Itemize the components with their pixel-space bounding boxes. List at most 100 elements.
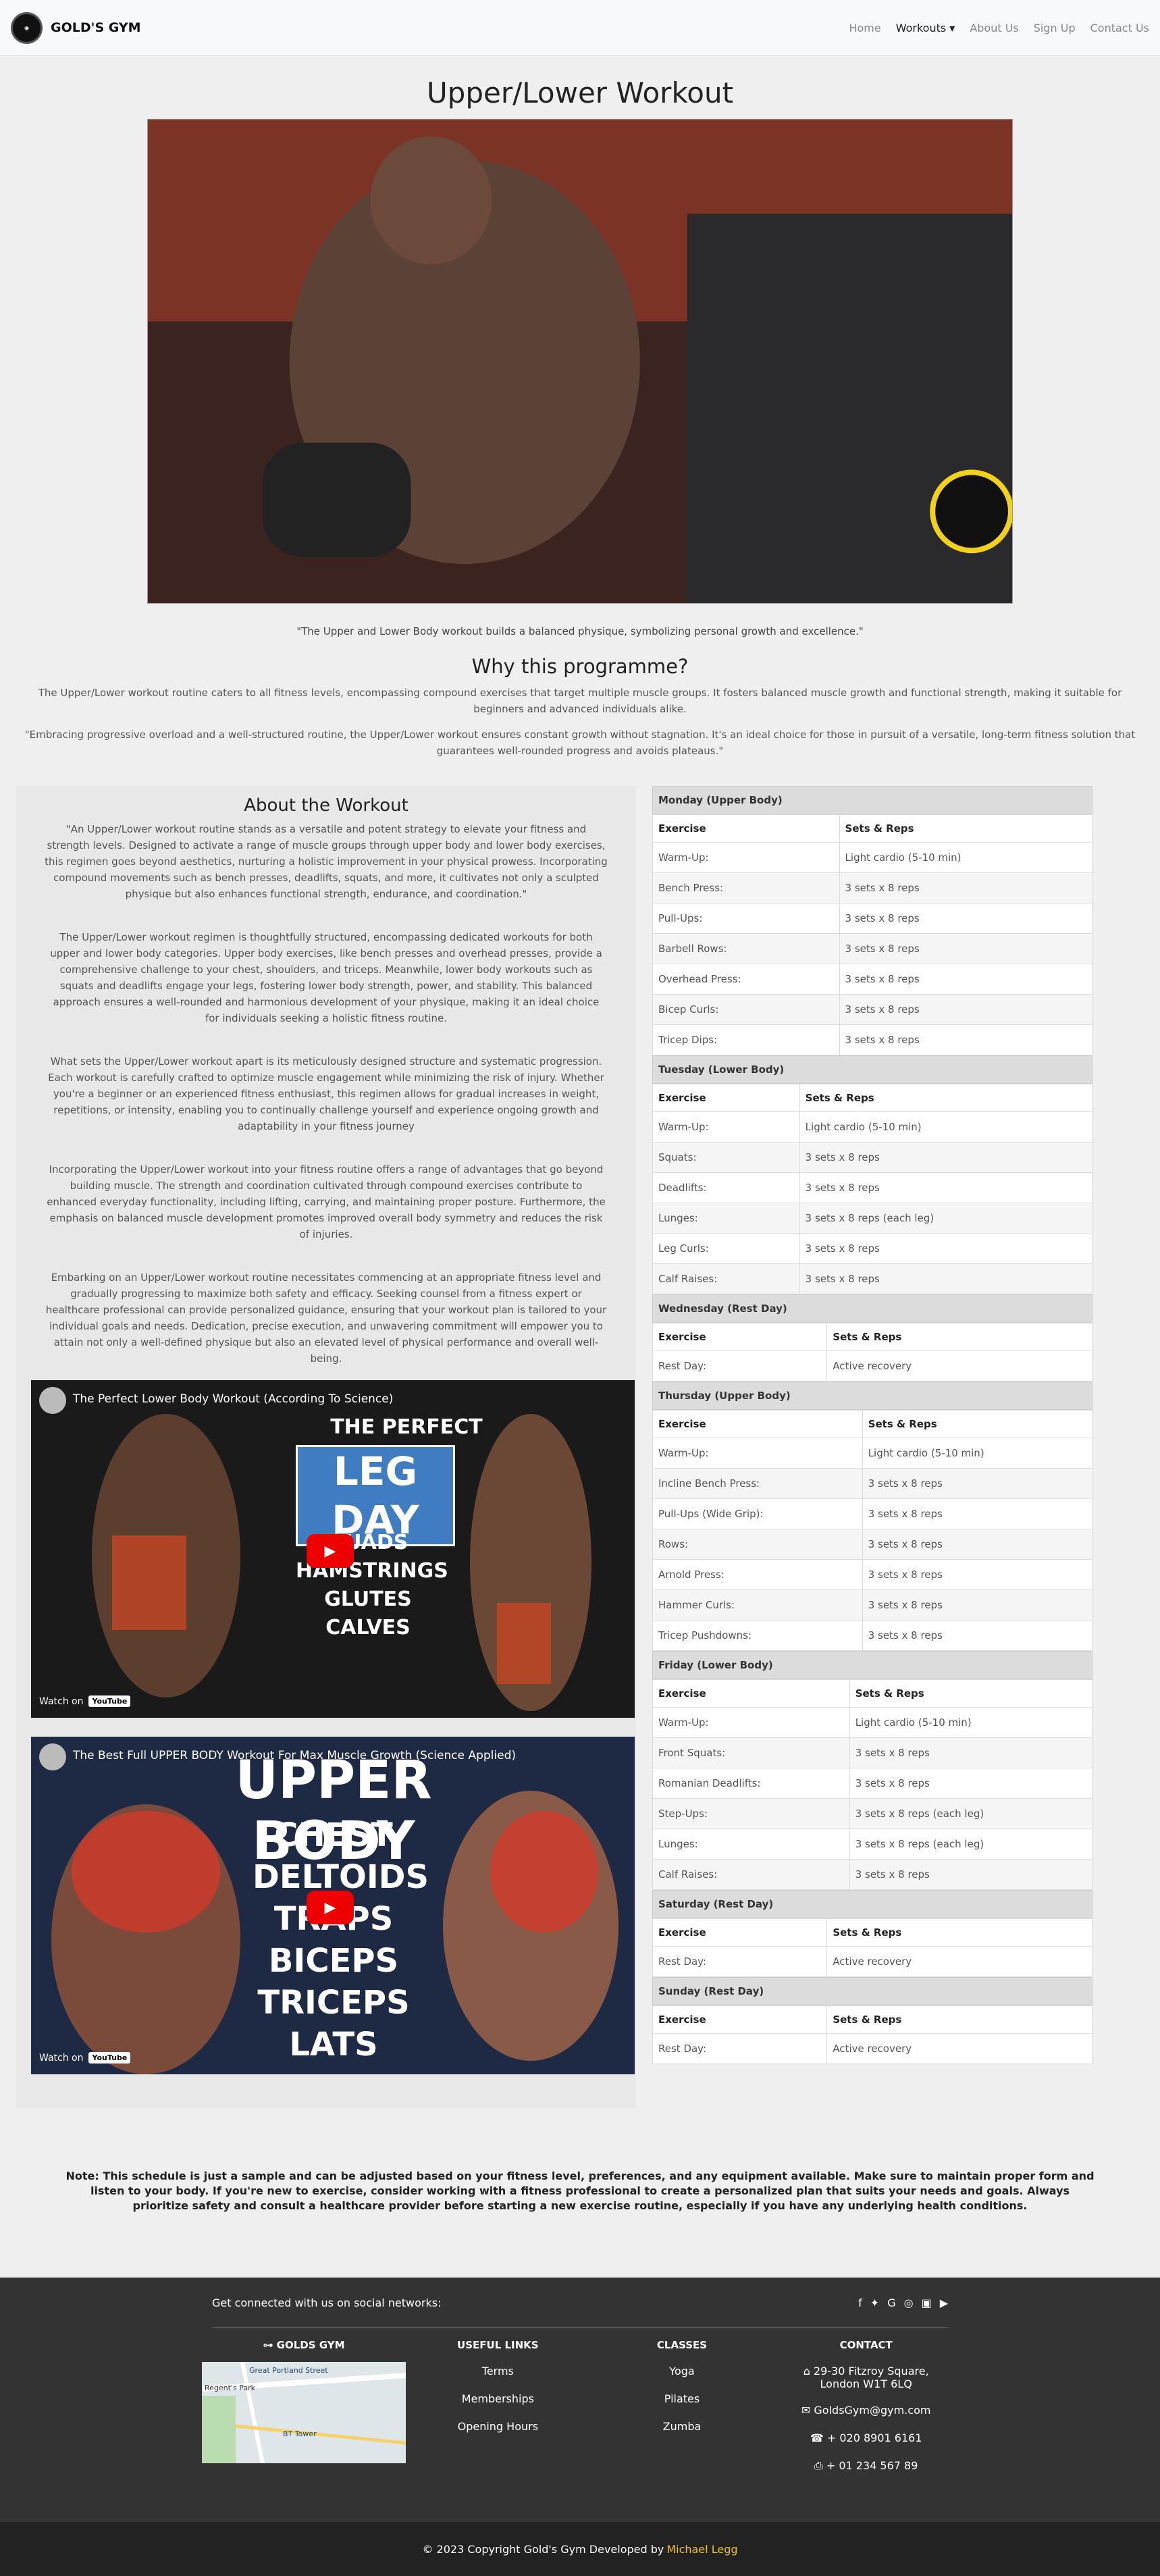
- why-quote: "Embracing progressive overload and a we…: [24, 729, 1136, 757]
- sets-reps-cell: Active recovery: [826, 2033, 1092, 2064]
- day-table: Exercise Sets & Reps Warm-Up: Light cardio …: [652, 814, 1093, 1055]
- table-row: Overhead Press: 3 sets x 8 reps: [652, 964, 1093, 995]
- nav-signup[interactable]: Sign Up: [1034, 22, 1076, 34]
- footer: Get connected with us on social networks…: [0, 2278, 1160, 2576]
- instagram-icon[interactable]: ◎: [904, 2296, 914, 2309]
- table-row: Lunges: 3 sets x 8 reps (each leg): [652, 1829, 1093, 1860]
- sets-reps-cell: Active recovery: [826, 1946, 1092, 1977]
- thumb-item: GLUTES: [324, 1587, 412, 1611]
- video-lower-body[interactable]: The Perfect Lower Body Workout (Accordin…: [31, 1380, 635, 1718]
- video-title[interactable]: The Perfect Lower Body Workout (Accordin…: [73, 1392, 393, 1406]
- thumb-item: TRICEPS: [257, 1984, 410, 2022]
- sets-reps-cell: Light cardio (5-10 min): [862, 1438, 1093, 1469]
- footer-link-terms[interactable]: Terms: [406, 2365, 590, 2377]
- about-section: About the Workout "An Upper/Lower workou…: [16, 786, 636, 2108]
- exercise-cell: Barbell Rows:: [652, 933, 840, 964]
- footer-classes-title: CLASSES: [656, 2339, 708, 2351]
- table-row: Barbell Rows: 3 sets x 8 reps: [652, 933, 1093, 964]
- watch-on-youtube[interactable]: Watch on YouTube: [39, 2052, 131, 2064]
- footer-classes: CLASSES Yoga Pilates Zumba: [590, 2339, 774, 2522]
- copyright-bar: © 2023 Copyright Gold's Gym Developed by…: [0, 2522, 1160, 2576]
- day-table: Exercise Sets & Reps Rest Day: Active recov…: [652, 1323, 1092, 1382]
- sets-reps-cell: 3 sets x 8 reps: [839, 903, 1093, 934]
- social-icons: f ✦ G ◎ ▣ ▶: [858, 2296, 948, 2309]
- exercise-cell: Warm-Up:: [652, 842, 840, 873]
- nav-workouts[interactable]: Workouts ▾: [896, 22, 955, 34]
- table-row: Incline Bench Press: 3 sets x 8 reps: [652, 1468, 1093, 1499]
- phone-text: + 020 8901 6161: [826, 2432, 922, 2444]
- exercise-cell: Lunges:: [652, 1829, 850, 1860]
- column-header-exercise: Exercise: [652, 1323, 828, 1351]
- map-graphic: [202, 2362, 406, 2463]
- fax-text: + 01 234 567 89: [826, 2459, 918, 2472]
- table-row: Rest Day: Active recovery: [652, 1946, 1092, 1977]
- google-icon[interactable]: G: [887, 2296, 895, 2309]
- footer-link-memberships[interactable]: Memberships: [406, 2392, 590, 2405]
- exercise-cell: Warm-Up:: [652, 1707, 850, 1738]
- play-button-icon[interactable]: ▶: [307, 1891, 354, 1924]
- exercise-cell: Pull-Ups (Wide Grip):: [652, 1498, 863, 1529]
- table-row: Warm-Up: Light cardio (5-10 min): [652, 1438, 1093, 1469]
- footer-gym-title-text: GOLDS GYM: [276, 2339, 345, 2351]
- table-header-row: Exercise Sets & Reps: [652, 814, 1093, 843]
- page-title: Upper/Lower Workout: [426, 76, 734, 109]
- brand[interactable]: ◉ GOLD'S GYM: [11, 11, 141, 44]
- navbar: ◉ GOLD'S GYM Home Workouts ▾ About Us Si…: [0, 0, 1160, 56]
- play-button-icon[interactable]: ▶: [307, 1534, 354, 1568]
- exercise-cell: Rest Day:: [652, 2033, 828, 2064]
- table-row: Deadlifts: 3 sets x 8 reps: [652, 1172, 1093, 1203]
- exercise-cell: Incline Bench Press:: [652, 1468, 863, 1499]
- table-row: Lunges: 3 sets x 8 reps (each leg): [652, 1203, 1093, 1234]
- table-header-row: Exercise Sets & Reps: [652, 1410, 1093, 1438]
- map-label: Regent's Park: [205, 2384, 255, 2392]
- table-row: Arnold Press: 3 sets x 8 reps: [652, 1559, 1093, 1590]
- exercise-cell: Leg Curls:: [652, 1233, 800, 1264]
- table-row: Step-Ups: 3 sets x 8 reps (each leg): [652, 1798, 1093, 1829]
- channel-avatar[interactable]: [39, 1387, 66, 1414]
- day-table: Exercise Sets & Reps Warm-Up: Light cardio …: [652, 1410, 1093, 1651]
- map[interactable]: Great Portland Street Regent's Park BT T…: [202, 2362, 406, 2463]
- footer-class-yoga[interactable]: Yoga: [590, 2365, 774, 2377]
- day-heading: Monday (Upper Body): [652, 786, 1092, 814]
- day-heading: Friday (Lower Body): [652, 1651, 1092, 1679]
- nav-links: Home Workouts ▾ About Us Sign Up Contact…: [849, 22, 1149, 34]
- sets-reps-cell: 3 sets x 8 reps (each leg): [799, 1203, 1093, 1234]
- nav-contact[interactable]: Contact Us: [1090, 22, 1149, 34]
- column-header-sets: Sets & Reps: [799, 1084, 1093, 1112]
- day-heading: Thursday (Upper Body): [652, 1382, 1092, 1410]
- facebook-icon[interactable]: f: [858, 2296, 862, 2309]
- watch-on-youtube[interactable]: Watch on YouTube: [39, 1696, 131, 1707]
- watch-on-label: Watch on: [39, 2052, 84, 2064]
- table-row: Rest Day: Active recovery: [652, 1350, 1092, 1382]
- video-upper-body[interactable]: The Best Full UPPER BODY Workout For Max…: [31, 1737, 635, 2074]
- footer-class-zumba[interactable]: Zumba: [590, 2420, 774, 2433]
- footer-useful-title: USEFUL LINKS: [457, 2339, 539, 2351]
- sets-reps-cell: 3 sets x 8 reps: [799, 1263, 1093, 1294]
- author-link[interactable]: Michael Legg: [666, 2543, 737, 2556]
- exercise-cell: Lunges:: [652, 1203, 800, 1234]
- sets-reps-cell: 3 sets x 8 reps: [799, 1233, 1093, 1264]
- youtube-icon[interactable]: ▶: [940, 2296, 948, 2309]
- footer-contact: CONTACT ⌂ 29-30 Fitzroy Square, London W…: [774, 2339, 958, 2522]
- table-row: Pull-Ups (Wide Grip): 3 sets x 8 reps: [652, 1498, 1093, 1529]
- sets-reps-cell: 3 sets x 8 reps: [849, 1859, 1093, 1890]
- email-text: GoldsGym@gym.com: [814, 2404, 931, 2417]
- table-row: Calf Raises: 3 sets x 8 reps: [652, 1263, 1093, 1294]
- footer-email[interactable]: ✉ GoldsGym@gym.com: [774, 2404, 958, 2417]
- footer-useful-links: USEFUL LINKS Terms Memberships Opening H…: [406, 2339, 590, 2522]
- channel-avatar[interactable]: [39, 1743, 66, 1770]
- footer-columns: ⊶ GOLDS GYM Great Portland Street Regent…: [202, 2328, 958, 2522]
- youtube-logo-icon: YouTube: [88, 1696, 131, 1707]
- exercise-cell: Romanian Deadlifts:: [652, 1768, 850, 1799]
- why-text: The Upper/Lower workout routine caters t…: [38, 687, 1122, 715]
- linkedin-icon[interactable]: ▣: [922, 2296, 932, 2309]
- nav-home[interactable]: Home: [849, 22, 880, 34]
- about-title: About the Workout: [244, 795, 408, 816]
- footer-link-hours[interactable]: Opening Hours: [406, 2420, 590, 2433]
- nav-about[interactable]: About Us: [970, 22, 1018, 34]
- twitter-icon[interactable]: ✦: [870, 2296, 879, 2309]
- exercise-cell: Rest Day:: [652, 1946, 828, 1977]
- sets-reps-cell: Light cardio (5-10 min): [849, 1707, 1093, 1738]
- exercise-cell: Calf Raises:: [652, 1859, 850, 1890]
- footer-class-pilates[interactable]: Pilates: [590, 2392, 774, 2405]
